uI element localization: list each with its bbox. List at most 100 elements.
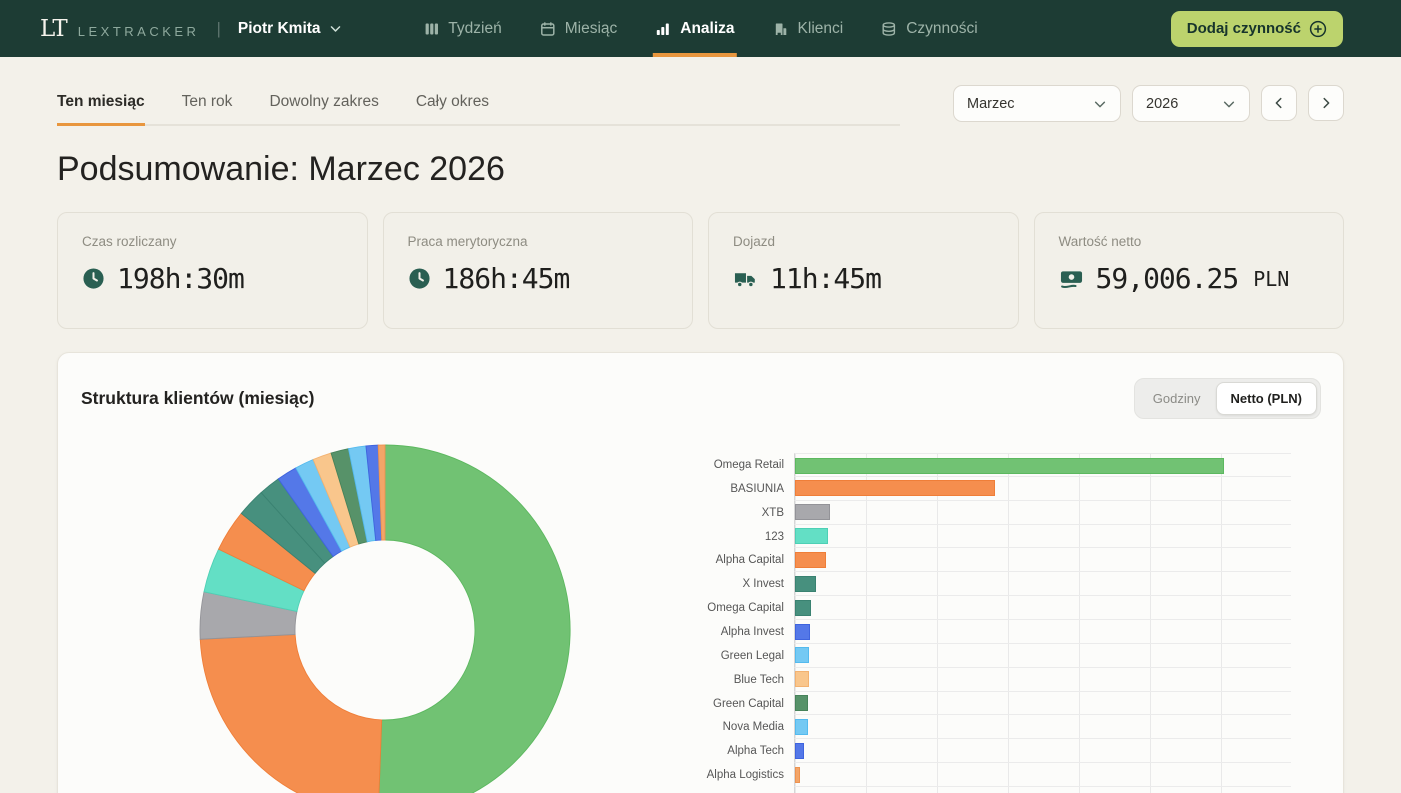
chevron-down-icon [1222, 97, 1236, 111]
bar-label: BASIUNIA [638, 477, 794, 501]
bar [795, 624, 810, 640]
bar-label: X Invest [638, 572, 794, 596]
bar-track [794, 739, 1291, 763]
toggle-netto-pln[interactable]: Netto (PLN) [1216, 382, 1318, 415]
bar-label: Alpha Invest [638, 620, 794, 644]
plus-circle-icon [1309, 20, 1327, 38]
stack-icon [881, 21, 897, 37]
logo-mark: LT [40, 16, 67, 42]
bar-row-empty [638, 787, 1301, 793]
stat-cards: Czas rozliczany198h:30mPraca merytoryczn… [57, 212, 1344, 329]
next-period-button[interactable] [1308, 85, 1344, 121]
bar-label: XTB [638, 501, 794, 525]
period-tabs: Ten miesiąc Ten rok Dowolny zakres Cały okr… [57, 85, 900, 126]
bar-row-alpha-tech: Alpha Tech [638, 739, 1301, 763]
nav-item-label: Miesiąc [565, 20, 618, 38]
user-menu[interactable]: Piotr Kmita [238, 20, 342, 38]
bar-label: Alpha Logistics [638, 763, 794, 787]
bar-track [794, 644, 1291, 668]
bar [795, 552, 826, 568]
period-controls: Marzec 2026 [953, 85, 1344, 122]
donut-slice-basiunia [200, 635, 381, 793]
client-donut-chart [195, 440, 575, 793]
bar-track [794, 501, 1291, 525]
navbar: LT LEXTRACKER | Piotr Kmita Tydzień Miesi… [0, 0, 1401, 57]
bar-track [794, 453, 1291, 477]
year-select-value: 2026 [1146, 96, 1178, 112]
tab-ten-miesi-c[interactable]: Ten miesiąc [57, 85, 145, 124]
calendar-icon [540, 21, 556, 37]
bar-row-nova-media: Nova Media [638, 715, 1301, 739]
bar-row-basiunia: BASIUNIA [638, 477, 1301, 501]
year-select[interactable]: 2026 [1132, 85, 1250, 122]
building-icon [773, 21, 789, 37]
donut-slice-omega-retail [378, 445, 570, 793]
bar-row-green-legal: Green Legal [638, 644, 1301, 668]
period-toolbar: Ten miesiąc Ten rok Dowolny zakres Cały okr… [57, 85, 1344, 125]
nav-item-analiza[interactable]: Analiza [655, 0, 734, 57]
nav-item-miesi-c[interactable]: Miesiąc [540, 0, 618, 57]
bar [795, 647, 809, 663]
add-activity-button[interactable]: Dodaj czynność [1171, 11, 1343, 47]
truck-icon [733, 267, 758, 290]
bar-track [794, 525, 1291, 549]
bar-row-xtb: XTB [638, 501, 1301, 525]
nav-item-tydzie[interactable]: Tydzień [423, 0, 501, 57]
nav-item-label: Czynności [906, 20, 978, 38]
tab-ca-y-okres[interactable]: Cały okres [416, 85, 489, 124]
stat-label: Czas rozliczany [82, 234, 343, 249]
bar-label: Omega Capital [638, 596, 794, 620]
bar-track [794, 763, 1291, 787]
app-logo[interactable]: LT LEXTRACKER [40, 16, 199, 42]
stat-label: Praca merytoryczna [408, 234, 669, 249]
chevron-down-icon [1093, 97, 1107, 111]
tab-dowolny-zakres[interactable]: Dowolny zakres [269, 85, 378, 124]
chart-mode-toggle: GodzinyNetto (PLN) [1134, 378, 1321, 419]
stat-label: Dojazd [733, 234, 994, 249]
bar [795, 671, 809, 687]
bar-chart-icon [655, 21, 671, 37]
active-nav-underline [653, 53, 736, 57]
bar-track [794, 692, 1291, 716]
bar-track [794, 668, 1291, 692]
bar [795, 458, 1224, 474]
bar-label: Blue Tech [638, 668, 794, 692]
stat-card-czas-rozliczany: Czas rozliczany198h:30m [57, 212, 368, 329]
stat-value: 11h:45m [770, 262, 881, 295]
bar-row-123: 123 [638, 525, 1301, 549]
bar-label: Alpha Capital [638, 548, 794, 572]
bar [795, 767, 800, 783]
clock-icon [408, 267, 431, 290]
nav-item-klienci[interactable]: Klienci [773, 0, 844, 57]
bar-track [794, 477, 1291, 501]
add-activity-label: Dodaj czynność [1187, 20, 1301, 37]
bar-row-alpha-invest: Alpha Invest [638, 620, 1301, 644]
bar [795, 743, 804, 759]
prev-period-button[interactable] [1261, 85, 1297, 121]
stat-card-dojazd: Dojazd 11h:45m [708, 212, 1019, 329]
bar-label: Alpha Tech [638, 739, 794, 763]
bar [795, 480, 995, 496]
clock-icon [82, 267, 105, 290]
bar [795, 719, 808, 735]
navbar-divider: | [216, 19, 220, 39]
bar-track [794, 620, 1291, 644]
nav-item-czynno-ci[interactable]: Czynności [881, 0, 978, 57]
bar-track [794, 548, 1291, 572]
bar-label: Omega Retail [638, 453, 794, 477]
stat-unit: PLN [1253, 267, 1289, 291]
month-select[interactable]: Marzec [953, 85, 1121, 122]
navbar-items: Tydzień Miesiąc Analiza Klienci Czynności [423, 0, 977, 57]
stat-value: 186h:45m [443, 262, 570, 295]
toggle-godziny[interactable]: Godziny [1138, 382, 1216, 415]
nav-item-label: Tydzień [448, 20, 501, 38]
chart-title: Struktura klientów (miesiąc) [81, 388, 314, 409]
chevron-down-icon [329, 22, 342, 35]
tab-ten-rok[interactable]: Ten rok [182, 85, 233, 124]
stat-card-praca-merytoryczna: Praca merytoryczna 186h:45m [383, 212, 694, 329]
bar-row-omega-capital: Omega Capital [638, 596, 1301, 620]
month-select-value: Marzec [967, 96, 1015, 112]
bar-track [794, 572, 1291, 596]
stat-value: 59,006.25 [1096, 262, 1239, 295]
bar [795, 528, 828, 544]
